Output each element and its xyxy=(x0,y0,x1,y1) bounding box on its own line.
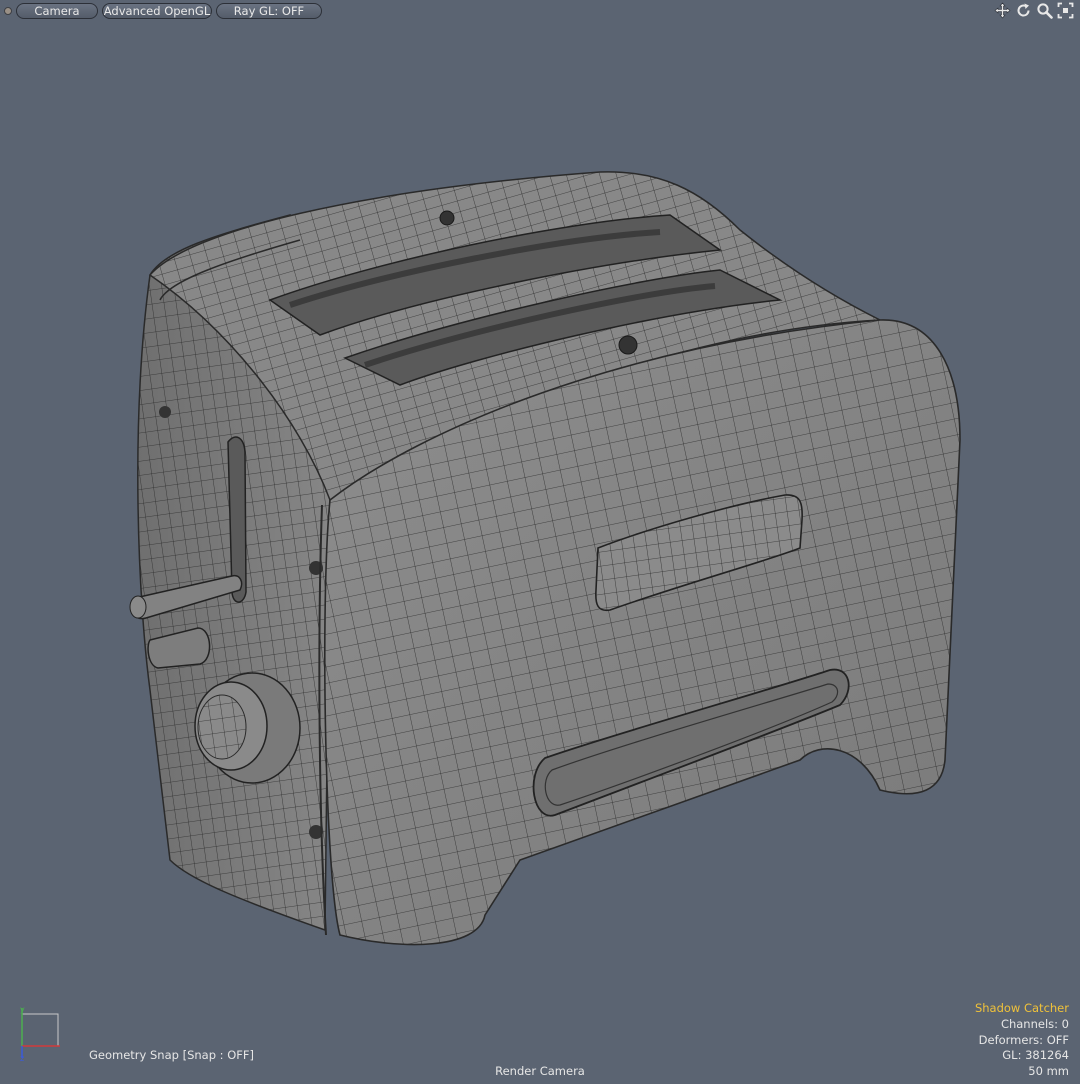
geometry-snap-status[interactable]: Geometry Snap [Snap : OFF] xyxy=(89,1048,254,1062)
rotate-icon[interactable] xyxy=(1015,2,1032,19)
top-screw xyxy=(618,335,638,355)
view-navigation xyxy=(994,2,1074,20)
gl-polycount-label: GL: 381264 xyxy=(1002,1048,1069,1063)
axis-gizmo: y z xyxy=(20,1005,60,1062)
side-screw xyxy=(159,406,171,418)
toaster-wireframe-model xyxy=(129,171,961,946)
shadow-catcher-label: Shadow Catcher xyxy=(974,1001,1069,1015)
ray-gl-button[interactable]: Ray GL: OFF xyxy=(216,3,322,19)
channels-label: Channels: 0 xyxy=(1000,1016,1069,1031)
fit-icon[interactable] xyxy=(1057,2,1074,19)
axis-y-label: y xyxy=(20,1005,25,1014)
camera-name: Render Camera xyxy=(495,1064,585,1078)
3d-viewport[interactable] xyxy=(0,22,1080,1080)
viewport-menu-icon[interactable] xyxy=(4,7,12,15)
move-icon[interactable] xyxy=(994,2,1011,19)
viewport-toolbar: Camera Advanced OpenGL Ray GL: OFF xyxy=(0,0,1080,22)
deformers-label: Deformers: OFF xyxy=(978,1032,1069,1047)
camera-button[interactable]: Camera xyxy=(16,3,98,19)
zoom-icon[interactable] xyxy=(1036,2,1053,19)
focal-length-label: 50 mm xyxy=(1028,1064,1069,1079)
axis-z-label: z xyxy=(20,1054,24,1062)
viewport-info-overlay: Shadow Catcher Channels: 0 Deformers: OF… xyxy=(975,1001,1069,1080)
shading-mode-button[interactable]: Advanced OpenGL xyxy=(102,3,212,19)
top-screw xyxy=(439,210,455,226)
